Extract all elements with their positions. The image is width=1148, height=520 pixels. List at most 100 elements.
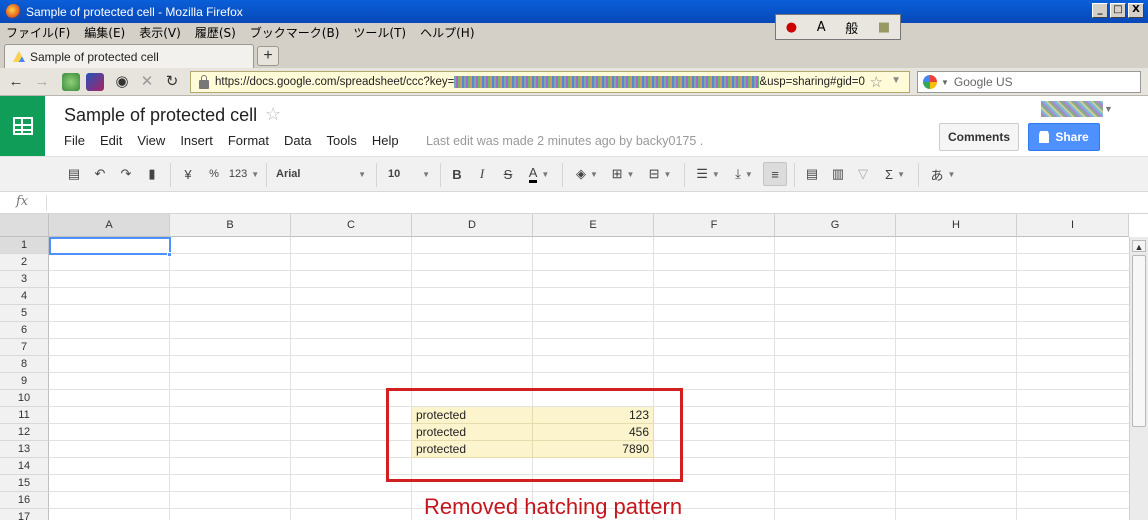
- menu-tools[interactable]: ツール(T): [353, 24, 406, 41]
- vertical-scrollbar[interactable]: ▲: [1129, 237, 1148, 520]
- row-header[interactable]: 12: [0, 424, 49, 441]
- menu-view[interactable]: 表示(V): [139, 24, 181, 41]
- ime-pen-icon[interactable]: ●: [786, 20, 797, 35]
- google-search-icon[interactable]: [923, 75, 937, 89]
- bold-button[interactable]: B: [447, 164, 467, 184]
- menu-help[interactable]: ヘルプ(H): [420, 24, 474, 41]
- account-name-obscured[interactable]: [1041, 101, 1103, 117]
- filter-icon[interactable]: ▽: [853, 164, 873, 184]
- menu-file[interactable]: ファイル(F): [6, 24, 70, 41]
- fill-color-button[interactable]: ◈ ▼: [570, 164, 604, 184]
- search-engine-dropdown-icon[interactable]: ▼: [941, 78, 949, 87]
- star-document-icon[interactable]: ☆: [265, 104, 281, 125]
- row-header[interactable]: 5: [0, 305, 49, 322]
- scrollbar-thumb[interactable]: [1132, 255, 1146, 427]
- scroll-up-icon[interactable]: ▲: [1132, 240, 1146, 252]
- font-size-select[interactable]: 10 ▼: [388, 164, 430, 184]
- redo-icon[interactable]: ↷: [116, 164, 136, 184]
- docs-menu-insert[interactable]: Insert: [180, 133, 213, 148]
- ime-mode[interactable]: A: [817, 20, 826, 35]
- ime-label[interactable]: 般: [845, 18, 858, 37]
- row-header[interactable]: 11: [0, 407, 49, 424]
- wrap-text-button[interactable]: ≡: [763, 162, 787, 186]
- row-header[interactable]: 3: [0, 271, 49, 288]
- row-header[interactable]: 6: [0, 322, 49, 339]
- forward-icon[interactable]: →: [32, 72, 52, 92]
- row-header[interactable]: 17: [0, 509, 49, 520]
- row-header[interactable]: 10: [0, 390, 49, 407]
- docs-menu-view[interactable]: View: [137, 133, 165, 148]
- fill-handle[interactable]: [167, 252, 172, 257]
- docs-menu-file[interactable]: File: [64, 133, 85, 148]
- account-dropdown-icon[interactable]: ▼: [1104, 104, 1113, 114]
- addon-icon[interactable]: [86, 73, 104, 91]
- italic-button[interactable]: I: [472, 164, 492, 184]
- column-header-d[interactable]: D: [412, 214, 533, 237]
- last-edit-status[interactable]: Last edit was made 2 minutes ago by back…: [426, 134, 703, 148]
- row-header[interactable]: 7: [0, 339, 49, 356]
- url-dropdown-icon[interactable]: ▼: [891, 75, 901, 86]
- formula-bar[interactable]: fx: [0, 192, 1148, 214]
- menu-edit[interactable]: 編集(E): [84, 24, 125, 41]
- column-header-b[interactable]: B: [170, 214, 291, 237]
- row-header[interactable]: 2: [0, 254, 49, 271]
- column-header-h[interactable]: H: [896, 214, 1017, 237]
- close-window-button[interactable]: X: [1128, 3, 1144, 18]
- font-family-select[interactable]: Arial ▼: [276, 164, 366, 184]
- row-header[interactable]: 13: [0, 441, 49, 458]
- print-icon[interactable]: ▤: [64, 164, 84, 184]
- insert-comment-icon[interactable]: ▤: [802, 164, 822, 184]
- row-header[interactable]: 14: [0, 458, 49, 475]
- docs-menu-help[interactable]: Help: [372, 133, 399, 148]
- docs-menu-data[interactable]: Data: [284, 133, 311, 148]
- stop-icon[interactable]: ✕: [137, 72, 157, 92]
- comments-button[interactable]: Comments: [939, 123, 1019, 151]
- borders-button[interactable]: ⊞ ▼: [608, 164, 638, 184]
- number-format-button[interactable]: 123 ▼: [227, 164, 261, 184]
- text-color-button[interactable]: A ▼: [522, 164, 556, 184]
- docs-menu-tools[interactable]: Tools: [326, 133, 356, 148]
- bookmark-star-icon[interactable]: ☆: [870, 73, 883, 91]
- row-header[interactable]: 15: [0, 475, 49, 492]
- sheets-logo-icon[interactable]: [0, 96, 45, 156]
- share-button[interactable]: Share: [1028, 123, 1100, 151]
- maximize-button[interactable]: □: [1110, 3, 1126, 18]
- strikethrough-button[interactable]: S: [498, 164, 518, 184]
- document-title[interactable]: Sample of protected cell: [64, 105, 257, 126]
- new-tab-button[interactable]: +: [257, 46, 279, 66]
- url-bar[interactable]: https://docs.google.com/spreadsheet/ccc?…: [190, 71, 910, 93]
- eye-addon-icon[interactable]: ◉: [112, 72, 132, 92]
- insert-chart-icon[interactable]: ▥: [828, 164, 848, 184]
- undo-icon[interactable]: ↶: [90, 164, 110, 184]
- column-header-g[interactable]: G: [775, 214, 896, 237]
- minimize-button[interactable]: _: [1092, 3, 1108, 18]
- globe-addon-icon[interactable]: [62, 73, 80, 91]
- column-header-e[interactable]: E: [533, 214, 654, 237]
- browser-tab[interactable]: Sample of protected cell: [4, 44, 254, 68]
- docs-menu-format[interactable]: Format: [228, 133, 269, 148]
- menu-history[interactable]: 履歴(S): [195, 24, 236, 41]
- select-all-corner[interactable]: [0, 214, 49, 237]
- active-cell-a1[interactable]: [49, 237, 171, 255]
- column-header-a[interactable]: A: [49, 214, 170, 237]
- menu-bookmarks[interactable]: ブックマーク(B): [250, 24, 340, 41]
- column-header-i[interactable]: I: [1017, 214, 1129, 237]
- row-header[interactable]: 16: [0, 492, 49, 509]
- docs-menu-edit[interactable]: Edit: [100, 133, 122, 148]
- merge-cells-button[interactable]: ⊟ ▼: [642, 164, 678, 184]
- vertical-align-button[interactable]: ⤓ ▼: [728, 164, 760, 184]
- column-header-c[interactable]: C: [291, 214, 412, 237]
- reload-icon[interactable]: ↻: [162, 72, 182, 92]
- column-header-f[interactable]: F: [654, 214, 775, 237]
- functions-button[interactable]: Σ ▼: [879, 164, 911, 184]
- search-bar[interactable]: ▼ Google US: [917, 71, 1141, 93]
- input-tools-button[interactable]: あ ▼: [926, 164, 960, 184]
- row-header[interactable]: 4: [0, 288, 49, 305]
- percent-format-button[interactable]: %: [204, 164, 224, 184]
- back-icon[interactable]: ←: [6, 72, 26, 92]
- ime-tools-icon[interactable]: ■: [878, 20, 890, 35]
- row-header[interactable]: 8: [0, 356, 49, 373]
- paint-format-icon[interactable]: ▮: [142, 164, 162, 184]
- currency-format-button[interactable]: ¥: [178, 164, 198, 184]
- ime-language-bar[interactable]: ● A 般 ■: [775, 14, 901, 40]
